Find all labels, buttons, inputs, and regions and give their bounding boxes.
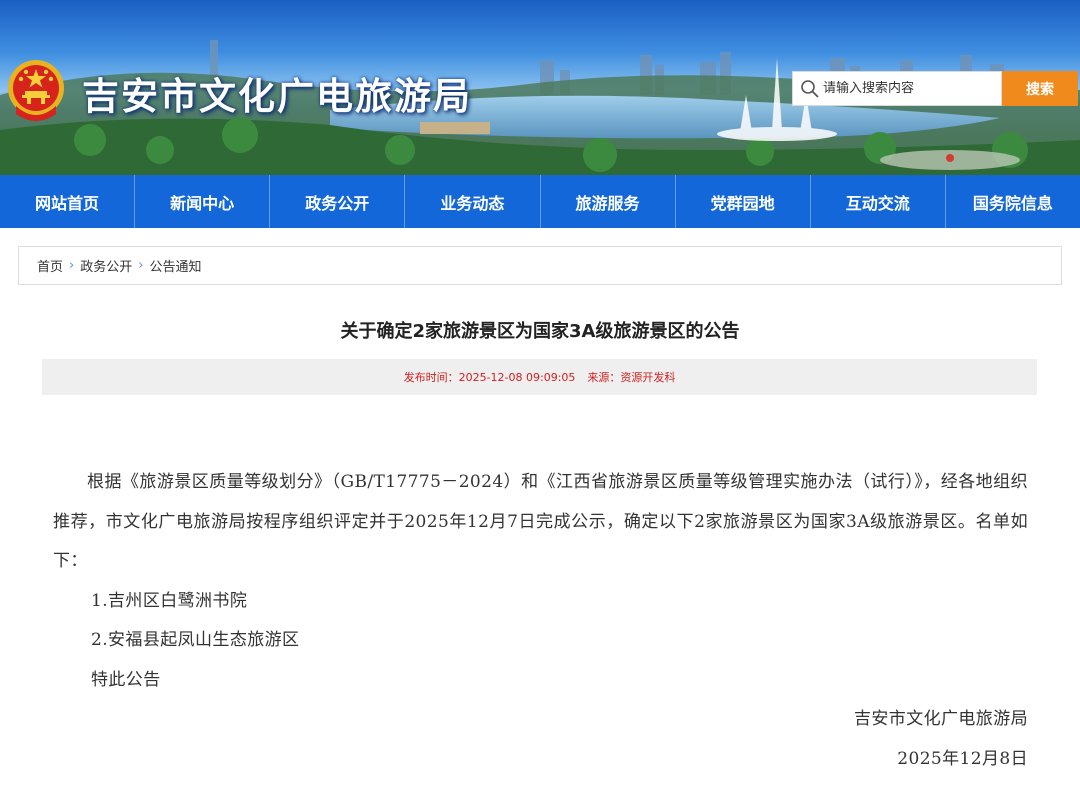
- list-item: 1.吉州区白鹭洲书院: [91, 590, 248, 611]
- search-input[interactable]: [823, 81, 998, 96]
- publish-time-label: 发布时间：: [403, 371, 459, 384]
- nav-item-news-center[interactable]: 新闻中心: [135, 175, 271, 228]
- site-title: 吉安市文化广电旅游局: [82, 75, 472, 118]
- main-nav: 网站首页 新闻中心 政务公开 业务动态 旅游服务 党群园地 互动交流 国务院信息: [0, 175, 1080, 228]
- breadcrumb-government-affairs[interactable]: 政务公开: [80, 256, 132, 275]
- article-signature: 吉安市文化广电旅游局: [854, 709, 1028, 729]
- chevron-right-icon: ›: [138, 258, 144, 273]
- breadcrumb-notices[interactable]: 公告通知: [149, 256, 201, 275]
- article-meta: 发布时间： 2025-12-08 09:09:05 来源： 资源开发科: [42, 359, 1037, 395]
- header-banner: 吉安市文化广电旅游局 搜索: [0, 0, 1080, 175]
- article-body: 根据《旅游景区质量等级划分》（GB/T17775－2024）和《江西省旅游景区质…: [53, 463, 1028, 779]
- source-label: 来源：: [587, 371, 621, 384]
- national-emblem-icon: [8, 60, 64, 121]
- search-button[interactable]: 搜索: [1002, 71, 1078, 106]
- nav-item-interaction[interactable]: 互动交流: [811, 175, 946, 228]
- chevron-right-icon: ›: [69, 258, 75, 273]
- article-paragraph: 根据《旅游景区质量等级划分》（GB/T17775－2024）和《江西省旅游景区质…: [53, 472, 1028, 571]
- nav-item-state-council-info[interactable]: 国务院信息: [946, 175, 1080, 228]
- article-date: 2025年12月8日: [897, 748, 1028, 769]
- article-title: 关于确定2家旅游景区为国家3A级旅游景区的公告: [340, 321, 740, 342]
- search-box[interactable]: [792, 71, 1002, 106]
- nav-item-home[interactable]: 网站首页: [0, 175, 136, 228]
- search-icon: [801, 79, 819, 98]
- publish-time-value: 2025-12-08 09:09:05: [458, 370, 576, 384]
- list-item: 2.安福县起凤山生态旅游区: [91, 630, 300, 650]
- breadcrumb: 首页 › 政务公开 › 公告通知: [18, 246, 1062, 285]
- breadcrumb-home[interactable]: 首页: [37, 256, 63, 275]
- nav-item-business-updates[interactable]: 业务动态: [405, 175, 541, 228]
- nav-item-government-affairs[interactable]: 政务公开: [270, 175, 406, 228]
- nav-item-party-corner[interactable]: 党群园地: [676, 175, 811, 228]
- nav-item-tourism-service[interactable]: 旅游服务: [541, 175, 676, 228]
- article-closing: 特此公告: [91, 669, 161, 690]
- source-value: 资源开发科: [620, 371, 676, 384]
